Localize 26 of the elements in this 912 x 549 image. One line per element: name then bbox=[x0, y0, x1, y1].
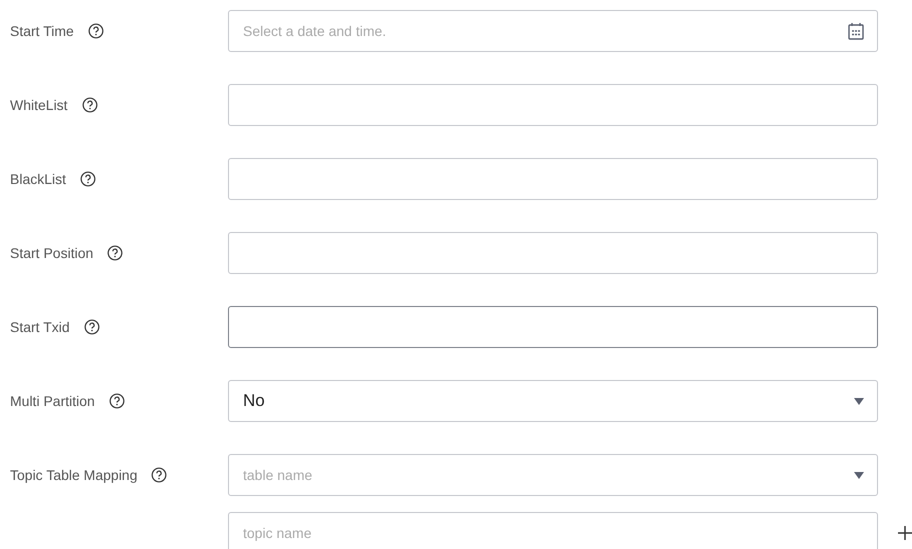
input-field[interactable] bbox=[228, 158, 878, 200]
field-label: BlackList bbox=[10, 171, 66, 187]
field-label: Start Time bbox=[10, 23, 74, 39]
field-label: Multi Partition bbox=[10, 393, 95, 409]
help-icon[interactable] bbox=[107, 245, 124, 261]
help-icon[interactable] bbox=[151, 467, 168, 483]
help-icon[interactable] bbox=[80, 171, 96, 187]
input-field[interactable] bbox=[228, 306, 878, 348]
field-label: Topic Table Mapping bbox=[10, 467, 138, 483]
help-icon[interactable] bbox=[82, 97, 98, 113]
field-label: WhiteList bbox=[10, 97, 68, 113]
add-icon[interactable] bbox=[898, 526, 912, 540]
input-field[interactable] bbox=[228, 84, 878, 126]
select-field[interactable]: No bbox=[228, 380, 878, 422]
input-field[interactable]: topic name bbox=[228, 512, 878, 549]
calendar-icon[interactable] bbox=[848, 22, 864, 40]
help-icon[interactable] bbox=[84, 319, 100, 335]
dropdown-caret-icon[interactable] bbox=[854, 398, 864, 404]
select-field[interactable]: table name bbox=[228, 454, 878, 496]
field-label: Start Position bbox=[10, 245, 94, 261]
dropdown-caret-icon[interactable] bbox=[854, 472, 864, 478]
date-field[interactable]: Select a date and time. bbox=[228, 10, 878, 52]
input-field[interactable] bbox=[228, 232, 878, 274]
field-label: Start Txid bbox=[10, 319, 70, 335]
help-icon[interactable] bbox=[88, 23, 104, 39]
help-icon[interactable] bbox=[108, 393, 125, 409]
